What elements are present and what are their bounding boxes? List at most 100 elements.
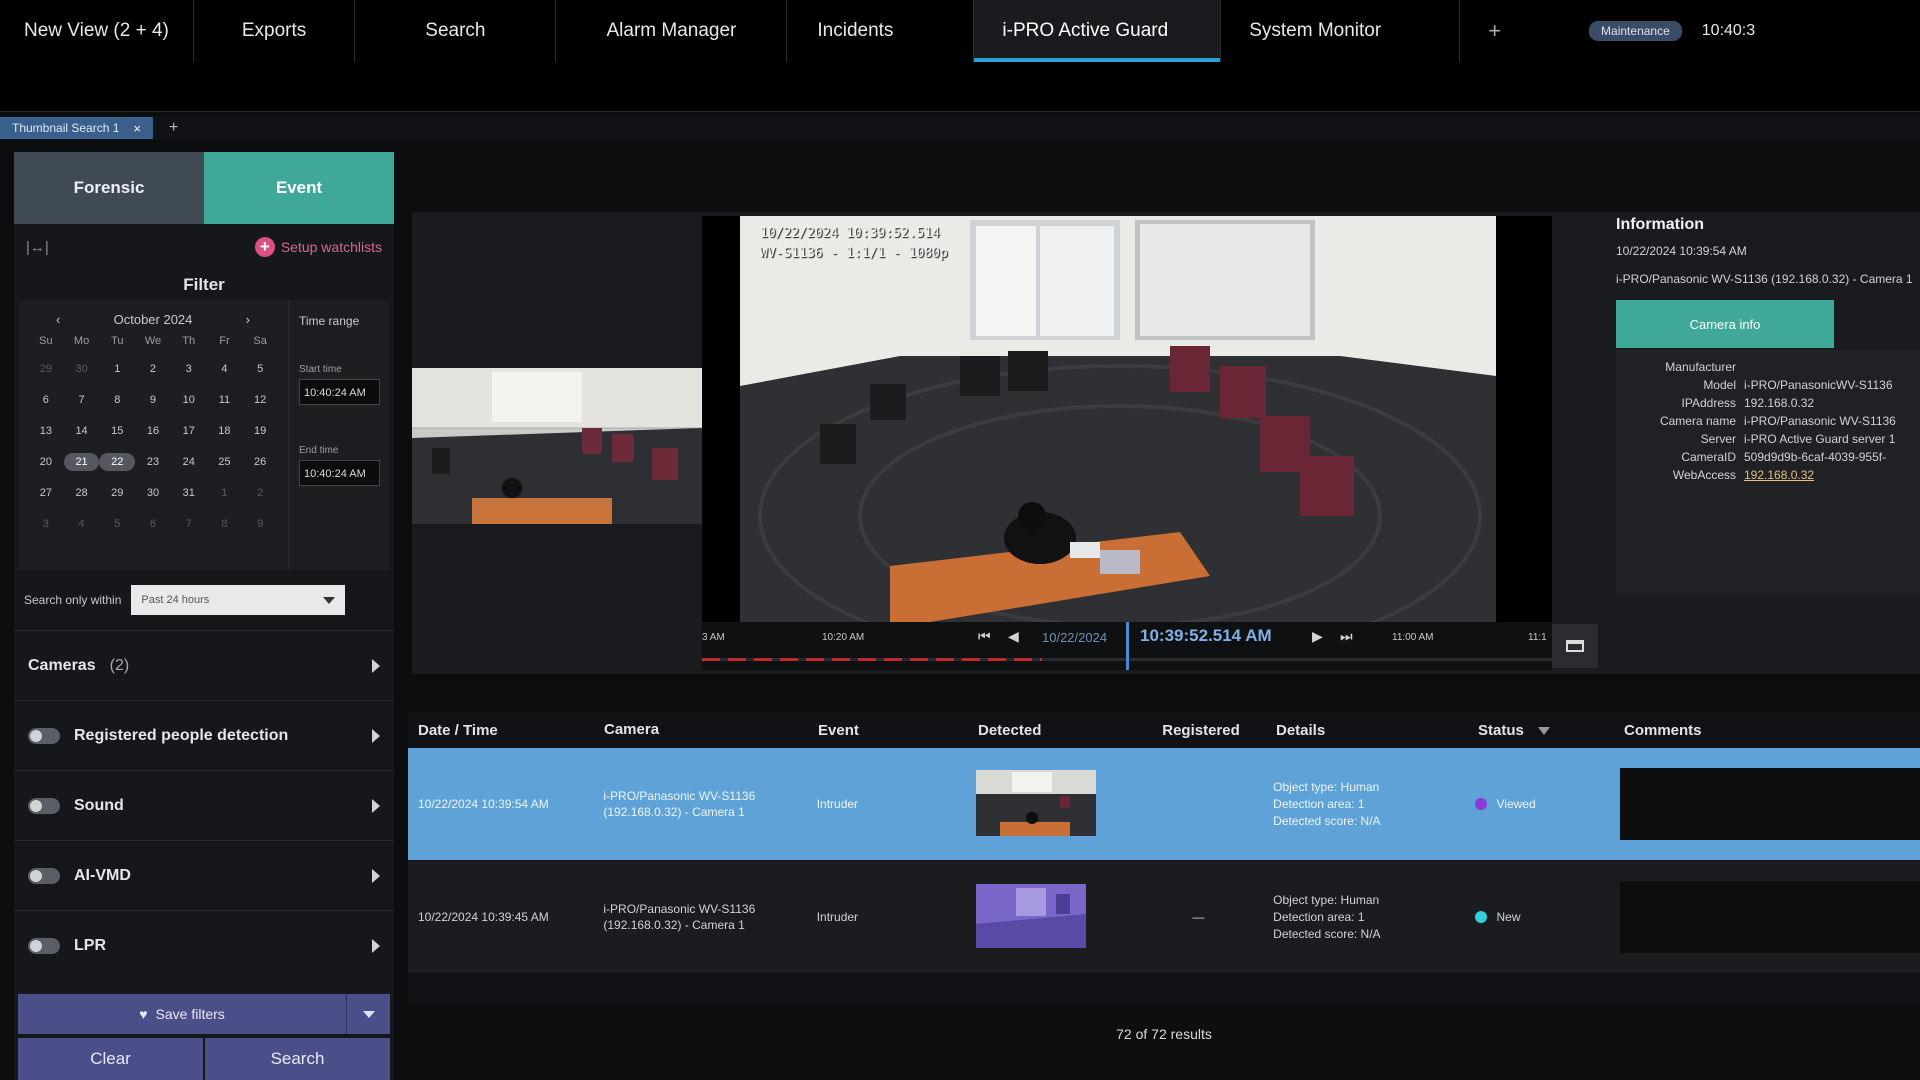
calendar-day[interactable]: 1 (99, 360, 135, 378)
calendar-day[interactable]: 19 (242, 422, 278, 440)
toggle-switch[interactable] (28, 727, 60, 744)
calendar-day[interactable]: 23 (135, 453, 171, 471)
search-button[interactable]: Search (205, 1038, 390, 1080)
event-thumbnail[interactable] (412, 368, 702, 524)
col-details[interactable]: Details (1276, 722, 1478, 739)
chevron-right-icon[interactable] (372, 868, 380, 883)
calendar-day[interactable]: 3 (171, 360, 207, 378)
event-mode-button[interactable]: Event (204, 152, 394, 224)
maintenance-badge[interactable]: Maintenance (1589, 21, 1682, 41)
chevron-right-icon[interactable] (372, 798, 380, 813)
comment-input[interactable] (1620, 881, 1920, 953)
timeline-cursor[interactable] (1126, 622, 1129, 670)
calendar-day[interactable]: 5 (99, 515, 135, 533)
camera-info-button[interactable]: Camera info (1616, 300, 1834, 348)
calendar-day[interactable]: 3 (28, 515, 64, 533)
calendar-day[interactable]: 13 (28, 422, 64, 440)
calendar-day[interactable]: 5 (242, 360, 278, 378)
col-status[interactable]: Status (1478, 722, 1624, 739)
calendar-day[interactable]: 17 (171, 422, 207, 440)
calendar-day[interactable]: 11 (207, 391, 243, 409)
calendar-day[interactable]: 8 (99, 391, 135, 409)
skip-forward-icon[interactable]: ⏭ (1340, 628, 1353, 645)
clear-button[interactable]: Clear (18, 1038, 203, 1080)
calendar-day[interactable]: 20 (28, 453, 64, 471)
filter-section-ai-vmd[interactable]: AI-VMD (14, 840, 394, 910)
toggle-switch[interactable] (28, 937, 60, 954)
calendar-day[interactable]: 14 (64, 422, 100, 440)
calendar-day[interactable]: 30 (64, 360, 100, 378)
calendar-day[interactable]: 10 (171, 391, 207, 409)
chevron-right-icon[interactable] (372, 938, 380, 953)
calendar-day[interactable]: 9 (242, 515, 278, 533)
tab-alarm-manager[interactable]: Alarm Manager (556, 0, 788, 62)
filter-section-sound[interactable]: Sound (14, 770, 394, 840)
start-time-input[interactable]: 10:40:24 AM (299, 379, 380, 405)
col-event[interactable]: Event (818, 722, 978, 739)
calendar-day[interactable]: 6 (28, 391, 64, 409)
snapshot-button[interactable] (1552, 624, 1598, 668)
collapse-panel-icon[interactable]: |↔| (26, 239, 49, 256)
forensic-mode-button[interactable]: Forensic (14, 152, 204, 224)
table-row[interactable]: 10/22/2024 10:39:54 AM i-PRO/Panasonic W… (408, 748, 1920, 860)
next-month-icon[interactable]: › (246, 312, 250, 327)
col-detected[interactable]: Detected (978, 722, 1126, 739)
add-tab-button[interactable]: + (1460, 0, 1529, 62)
calendar-day[interactable]: 2 (242, 484, 278, 502)
end-time-input[interactable]: 10:40:24 AM (299, 460, 380, 486)
setup-watchlists-link[interactable]: + Setup watchlists (254, 237, 382, 257)
calendar-day[interactable]: 27 (28, 484, 64, 502)
add-subtab-icon[interactable]: + (169, 119, 178, 137)
calendar-day[interactable]: 26 (242, 453, 278, 471)
playback-timeline[interactable]: 3 AM 10:20 AM ⏮ ◀ 10/22/2024 10:39:52.51… (702, 622, 1552, 670)
toggle-switch[interactable] (28, 797, 60, 814)
row-detected-thumbnail[interactable] (976, 769, 1124, 839)
row-detected-thumbnail[interactable] (976, 883, 1124, 951)
calendar-day[interactable]: 29 (28, 360, 64, 378)
calendar-day[interactable]: 29 (99, 484, 135, 502)
chevron-right-icon[interactable] (372, 658, 380, 673)
filter-section-registered-people-detection[interactable]: Registered people detection (14, 700, 394, 770)
col-registered[interactable]: Registered (1126, 722, 1276, 739)
calendar-day[interactable]: 9 (135, 391, 171, 409)
calendar-day[interactable]: 4 (207, 360, 243, 378)
tab-active-guard[interactable]: i-PRO Active Guard (974, 0, 1222, 62)
comment-input[interactable] (1620, 768, 1920, 840)
calendar-day[interactable]: 16 (135, 422, 171, 440)
toggle-switch[interactable] (28, 867, 60, 884)
calendar-day[interactable]: 8 (207, 515, 243, 533)
calendar-day[interactable]: 28 (64, 484, 100, 502)
filter-icon[interactable] (1537, 726, 1550, 735)
step-back-icon[interactable]: ◀ (1008, 628, 1019, 645)
calendar-day[interactable]: 30 (135, 484, 171, 502)
chevron-right-icon[interactable] (372, 728, 380, 743)
main-video[interactable]: 10/22/2024 10:39:52.514 WV-S1136 - 1:1/1… (702, 216, 1552, 622)
calendar-day[interactable]: 21 (63, 453, 100, 471)
calendar-day[interactable]: 6 (135, 515, 171, 533)
calendar-day[interactable]: 25 (207, 453, 243, 471)
tab-search[interactable]: Search (355, 0, 557, 62)
calendar-day[interactable]: 24 (171, 453, 207, 471)
calendar-day[interactable]: 7 (171, 515, 207, 533)
calendar-day[interactable]: 2 (135, 360, 171, 378)
calendar-day[interactable]: 12 (242, 391, 278, 409)
skip-back-icon[interactable]: ⏮ (978, 628, 991, 645)
table-row[interactable]: 10/22/2024 10:39:45 AM i-PRO/Panasonic W… (408, 861, 1920, 973)
tab-incidents[interactable]: Incidents (787, 0, 975, 62)
prev-month-icon[interactable]: ‹ (56, 312, 60, 327)
tab-exports[interactable]: Exports (194, 0, 356, 62)
web-access-link[interactable]: 192.168.0.32 (1744, 466, 1814, 484)
save-filters-dropdown[interactable] (346, 994, 390, 1034)
calendar-day[interactable]: 18 (207, 422, 243, 440)
col-camera[interactable]: Camera (604, 722, 818, 738)
tab-new-view[interactable]: New View (2 + 4) (0, 0, 194, 62)
calendar-day[interactable]: 22 (99, 453, 136, 471)
tab-system-monitor[interactable]: System Monitor (1221, 0, 1461, 62)
save-filters-button[interactable]: ♥ Save filters (18, 994, 346, 1034)
play-icon[interactable]: ▶ (1312, 628, 1323, 645)
col-date-time[interactable]: Date / Time (408, 722, 604, 739)
filter-section-cameras[interactable]: Cameras (2) (14, 630, 394, 700)
search-within-select[interactable]: Past 24 hours (131, 585, 346, 615)
col-comments[interactable]: Comments (1624, 722, 1920, 739)
filter-section-lpr[interactable]: LPR (14, 910, 394, 980)
